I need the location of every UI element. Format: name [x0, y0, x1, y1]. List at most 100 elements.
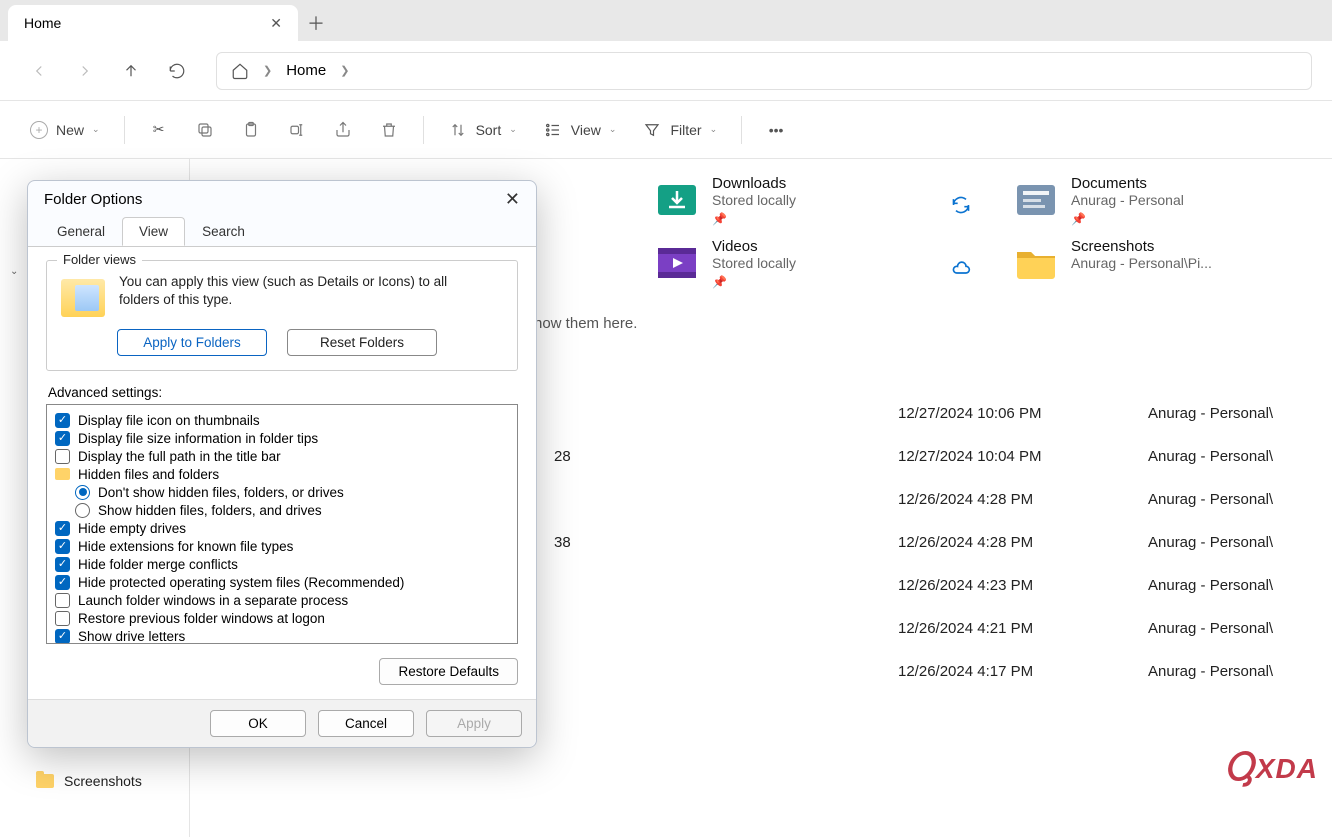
breadcrumb-location[interactable]: Home	[286, 62, 326, 79]
adv-setting-item[interactable]: Restore previous folder windows at logon	[55, 609, 509, 627]
sort-button[interactable]: Sort⌄	[438, 114, 527, 146]
adv-setting-label: Show hidden files, folders, and drives	[98, 503, 322, 518]
adv-setting-item[interactable]: Don't show hidden files, folders, or dri…	[75, 483, 509, 501]
folder-icon	[55, 468, 70, 480]
checkbox-icon[interactable]: ✓	[55, 575, 70, 590]
share-button[interactable]	[323, 114, 363, 146]
adv-setting-label: Display file size information in folder …	[78, 431, 318, 446]
adv-setting-item[interactable]: ✓ Display file icon on thumbnails	[55, 411, 509, 429]
watermark: ႳXDA	[1224, 749, 1318, 789]
adv-setting-label: Show drive letters	[78, 629, 185, 644]
tab-search[interactable]: Search	[185, 217, 262, 246]
checkbox-icon[interactable]: ✓	[55, 629, 70, 644]
ellipsis-icon: •••	[766, 120, 786, 140]
paste-button[interactable]	[231, 114, 271, 146]
apply-to-folders-button[interactable]: Apply to Folders	[117, 329, 267, 356]
folder-views-group: Folder views You can apply this view (su…	[46, 260, 518, 371]
checkbox-icon[interactable]: ✓	[55, 521, 70, 536]
rename-button[interactable]	[277, 114, 317, 146]
new-button[interactable]: + New ⌄	[20, 115, 110, 145]
tab-title: Home	[24, 15, 61, 31]
checkbox-icon[interactable]: ✓	[55, 413, 70, 428]
close-icon[interactable]: ✕	[505, 189, 520, 210]
back-icon[interactable]	[20, 52, 58, 90]
adv-setting-label: Hide folder merge conflicts	[78, 557, 238, 572]
chevron-right-icon: ❯	[263, 64, 272, 77]
refresh-icon[interactable]	[158, 52, 196, 90]
cut-button[interactable]: ✂	[139, 114, 179, 146]
adv-setting-item[interactable]: Launch folder windows in a separate proc…	[55, 591, 509, 609]
checkbox-icon[interactable]: ✓	[55, 557, 70, 572]
downloads-icon	[654, 175, 700, 221]
checkbox-icon[interactable]	[55, 449, 70, 464]
checkbox-icon[interactable]: ✓	[55, 431, 70, 446]
quick-access-documents[interactable]: Documents Anurag - Personal 📌	[1013, 175, 1308, 226]
copy-button[interactable]	[185, 114, 225, 146]
quick-access-downloads[interactable]: Downloads Stored locally 📌	[654, 175, 949, 226]
videos-icon	[654, 238, 700, 284]
address-bar[interactable]: ❯ Home ❯	[216, 52, 1312, 90]
adv-setting-label: Hidden files and folders	[78, 467, 219, 482]
more-button[interactable]: •••	[756, 114, 796, 146]
checkbox-icon[interactable]: ✓	[55, 539, 70, 554]
checkbox-icon[interactable]	[55, 593, 70, 608]
adv-setting-item[interactable]: Hidden files and folders	[55, 465, 509, 483]
apply-button[interactable]: Apply	[426, 710, 522, 737]
chevron-down-icon: ⌄	[609, 124, 617, 135]
sidebar-item-label: Screenshots	[64, 773, 142, 789]
tabs-bar: Home ✕ ＋	[0, 0, 1332, 41]
chevron-right-icon[interactable]: ❯	[340, 64, 349, 77]
trash-icon	[379, 120, 399, 140]
nav-bar: ❯ Home ❯	[0, 41, 1332, 101]
adv-setting-item[interactable]: ✓ Hide folder merge conflicts	[55, 555, 509, 573]
documents-icon	[1013, 175, 1059, 221]
filter-button[interactable]: Filter⌄	[632, 114, 727, 146]
adv-setting-item[interactable]: Display the full path in the title bar	[55, 447, 509, 465]
radio-icon[interactable]	[75, 485, 90, 500]
empty-message: now them here.	[534, 315, 1308, 332]
advanced-settings-label: Advanced settings:	[48, 385, 518, 400]
rename-icon	[287, 120, 307, 140]
adv-setting-item[interactable]: Show hidden files, folders, and drives	[75, 501, 509, 519]
restore-defaults-button[interactable]: Restore Defaults	[379, 658, 518, 685]
forward-icon[interactable]	[66, 52, 104, 90]
view-button[interactable]: View⌄	[533, 114, 627, 146]
adv-setting-label: Restore previous folder windows at logon	[78, 611, 325, 626]
adv-setting-item[interactable]: ✓ Hide extensions for known file types	[55, 537, 509, 555]
tab-general[interactable]: General	[40, 217, 122, 246]
dialog-title: Folder Options	[44, 191, 142, 208]
pin-icon: 📌	[712, 275, 796, 289]
chevron-down-icon: ⌄	[92, 124, 100, 135]
adv-setting-item[interactable]: ✓ Display file size information in folder…	[55, 429, 509, 447]
tab-view[interactable]: View	[122, 217, 185, 246]
chevron-down-icon: ⌄	[710, 124, 718, 135]
quick-access-screenshots[interactable]: Screenshots Anurag - Personal\Pi...	[1013, 238, 1308, 289]
reset-folders-button[interactable]: Reset Folders	[287, 329, 437, 356]
advanced-settings-list[interactable]: ✓ Display file icon on thumbnails ✓ Display…	[46, 404, 518, 644]
adv-setting-item[interactable]: ✓Hide empty drives	[55, 519, 509, 537]
radio-icon[interactable]	[75, 503, 90, 518]
plus-icon: +	[30, 121, 48, 139]
ok-button[interactable]: OK	[210, 710, 306, 737]
tab-home[interactable]: Home ✕	[8, 5, 298, 41]
chevron-down-icon: ⌄	[509, 124, 517, 135]
adv-setting-item[interactable]: ✓Hide protected operating system files (…	[55, 573, 509, 591]
delete-button[interactable]	[369, 114, 409, 146]
cancel-button[interactable]: Cancel	[318, 710, 414, 737]
adv-setting-label: Display the full path in the title bar	[78, 449, 281, 464]
scissors-icon: ✂	[149, 120, 169, 140]
close-icon[interactable]: ✕	[270, 15, 282, 32]
adv-setting-label: Hide extensions for known file types	[78, 539, 293, 554]
cloud-icon	[951, 258, 971, 278]
sort-icon	[448, 120, 468, 140]
share-icon	[333, 120, 353, 140]
checkbox-icon[interactable]	[55, 611, 70, 626]
adv-setting-label: Display file icon on thumbnails	[78, 413, 260, 428]
sidebar-item-screenshots[interactable]: Screenshots	[0, 767, 189, 795]
chevron-down-icon: ⌄	[10, 266, 18, 277]
adv-setting-item[interactable]: ✓ Show drive letters	[55, 627, 509, 644]
folder-options-dialog: Folder Options ✕ General View Search Fol…	[27, 180, 537, 748]
quick-access-videos[interactable]: Videos Stored locally 📌	[654, 238, 949, 289]
new-tab-button[interactable]: ＋	[298, 5, 334, 41]
up-icon[interactable]	[112, 52, 150, 90]
